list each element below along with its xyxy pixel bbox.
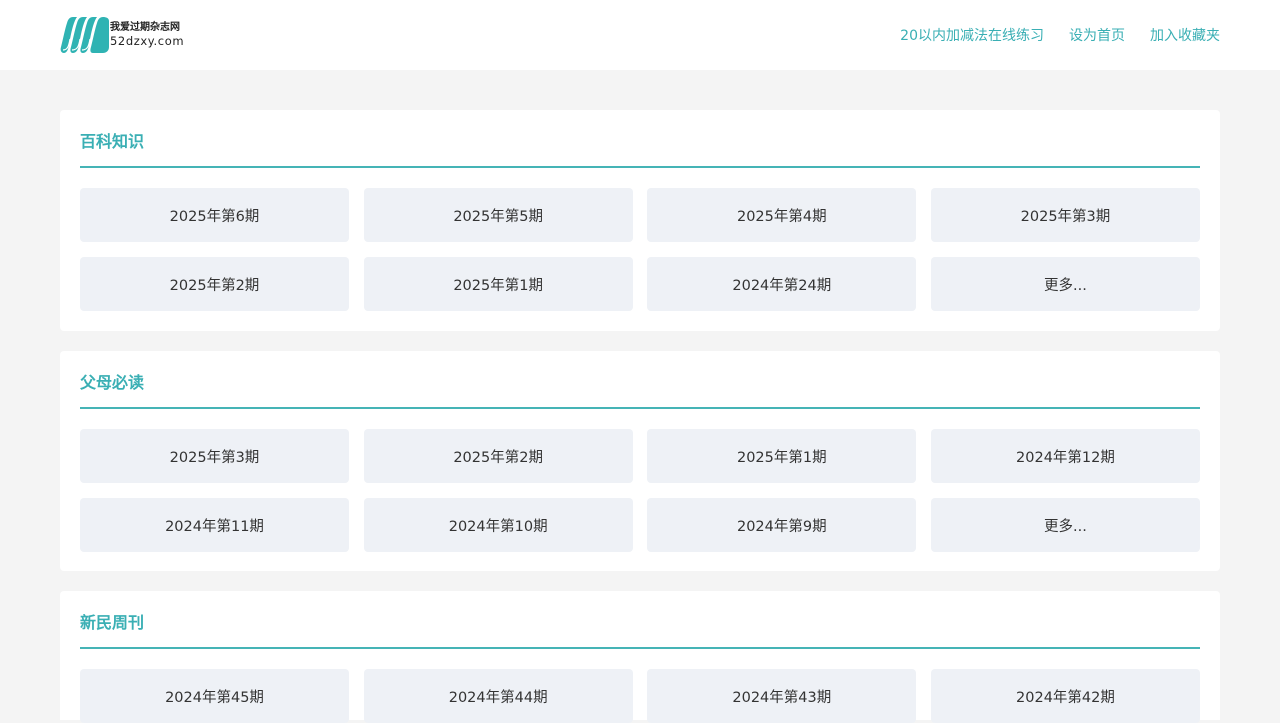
issue-link[interactable]: 2025年第6期 <box>80 188 349 242</box>
issue-grid: 2025年第3期 2025年第2期 2025年第1期 2024年第12期 202… <box>80 429 1200 552</box>
site-header: 我爱过期杂志网 52dzxy.com 20以内加减法在线练习 设为首页 加入收藏… <box>0 0 1280 70</box>
nav-link-set-homepage[interactable]: 设为首页 <box>1069 25 1125 45</box>
issue-link[interactable]: 2025年第1期 <box>363 257 633 311</box>
issue-link[interactable]: 2025年第1期 <box>647 429 917 483</box>
section-title: 新民周刊 <box>80 613 145 632</box>
issue-grid: 2025年第6期 2025年第5期 2025年第4期 2025年第3期 2025… <box>80 188 1200 311</box>
issue-link[interactable]: 2025年第2期 <box>80 257 349 311</box>
section-title: 百科知识 <box>80 132 145 151</box>
section-title: 父母必读 <box>80 373 145 392</box>
section-header: 百科知识 <box>80 110 1200 168</box>
issue-link[interactable]: 2025年第3期 <box>80 429 349 483</box>
nav-link-add-favorite[interactable]: 加入收藏夹 <box>1150 25 1220 45</box>
issue-link[interactable]: 2024年第11期 <box>80 498 349 552</box>
section-xinmin-zhoukan: 新民周刊 2024年第45期 2024年第44期 2024年第43期 2024年… <box>60 591 1220 723</box>
logo-text: 我爱过期杂志网 52dzxy.com <box>110 21 185 48</box>
section-header: 父母必读 <box>80 351 1200 409</box>
issue-link[interactable]: 2024年第12期 <box>930 429 1200 483</box>
issue-link[interactable]: 2024年第9期 <box>647 498 917 552</box>
issue-link[interactable]: 2025年第2期 <box>363 429 633 483</box>
section-header: 新民周刊 <box>80 591 1200 649</box>
nav-link-math-practice[interactable]: 20以内加减法在线练习 <box>900 25 1044 45</box>
section-baike-zhishi: 百科知识 2025年第6期 2025年第5期 2025年第4期 2025年第3期… <box>60 110 1220 331</box>
issue-link[interactable]: 2024年第42期 <box>930 669 1200 723</box>
issue-link[interactable]: 2025年第4期 <box>647 188 917 242</box>
issue-link[interactable]: 2024年第24期 <box>647 257 917 311</box>
issue-link[interactable]: 2024年第43期 <box>647 669 917 723</box>
more-link[interactable]: 更多... <box>930 257 1200 311</box>
issue-link[interactable]: 2024年第45期 <box>80 669 349 723</box>
top-nav: 20以内加减法在线练习 设为首页 加入收藏夹 <box>875 0 1220 70</box>
issue-link[interactable]: 2025年第5期 <box>363 188 633 242</box>
logo-site-name: 我爱过期杂志网 <box>110 21 180 33</box>
logo-domain: 52dzxy.com <box>110 33 185 48</box>
logo-mark-icon <box>60 17 109 53</box>
issue-link[interactable]: 2025年第3期 <box>930 188 1200 242</box>
issue-link[interactable]: 2024年第10期 <box>363 498 633 552</box>
issue-grid: 2024年第45期 2024年第44期 2024年第43期 2024年第42期 <box>80 669 1200 723</box>
issue-link[interactable]: 2024年第44期 <box>363 669 633 723</box>
more-link[interactable]: 更多... <box>930 498 1200 552</box>
section-fumu-bidu: 父母必读 2025年第3期 2025年第2期 2025年第1期 2024年第12… <box>60 351 1220 571</box>
site-logo[interactable]: 我爱过期杂志网 52dzxy.com <box>60 16 190 54</box>
